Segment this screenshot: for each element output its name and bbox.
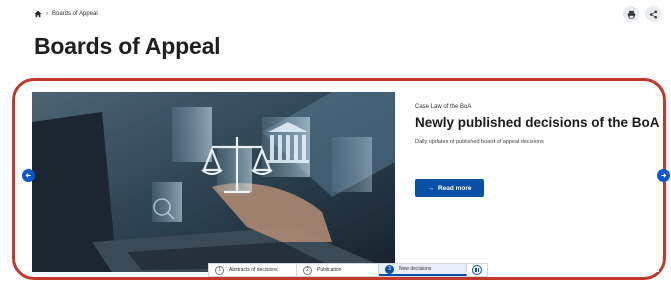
slide-content: Case Law of the BoA Newly published deci…	[415, 104, 660, 145]
carousel-tab-new-decisions[interactable]: 3 New decisions	[379, 264, 467, 276]
breadcrumb: › Boards of Appeal	[34, 10, 98, 18]
breadcrumb-current: Boards of Appeal	[52, 11, 98, 17]
print-icon	[627, 10, 635, 18]
tab-number: 1	[215, 265, 224, 275]
read-more-button[interactable]: → Read more	[415, 179, 484, 197]
tab-number: 2	[303, 265, 312, 275]
tab-number: 3	[385, 264, 394, 274]
arrow-right-icon	[661, 173, 667, 178]
page-title: Boards of Appeal	[34, 33, 221, 59]
slide-description: Daily updates of published board of appe…	[415, 139, 544, 145]
slide-title: Newly published decisions of the BoA	[415, 115, 660, 130]
tab-label: New decisions	[399, 266, 432, 272]
home-icon[interactable]	[34, 10, 42, 18]
carousel-tab-publication[interactable]: 2 Publication	[297, 264, 379, 276]
justice-scales-laptop-image	[32, 92, 395, 272]
read-more-label: Read more	[437, 184, 472, 192]
page-actions	[623, 6, 661, 22]
tab-label: Publication	[317, 267, 342, 273]
tab-label: Abstracts of decisions	[229, 267, 278, 273]
carousel-tab-abstracts[interactable]: 1 Abstracts of decisions	[209, 264, 297, 276]
print-button[interactable]	[623, 6, 639, 22]
arrow-right-icon: →	[427, 184, 434, 192]
carousel-tabs: 1 Abstracts of decisions 2 Publication 3…	[208, 263, 488, 277]
carousel-pause-button[interactable]	[467, 264, 487, 276]
pause-icon	[472, 265, 482, 275]
share-button[interactable]	[645, 6, 661, 22]
carousel-slide: Case Law of the BoA Newly published deci…	[32, 92, 660, 272]
breadcrumb-separator: ›	[46, 11, 48, 17]
carousel-next-button[interactable]	[657, 169, 670, 182]
slide-kicker: Case Law of the BoA	[415, 104, 472, 110]
share-icon	[649, 10, 657, 18]
carousel-prev-button[interactable]	[22, 169, 35, 182]
arrow-left-icon	[25, 173, 31, 178]
